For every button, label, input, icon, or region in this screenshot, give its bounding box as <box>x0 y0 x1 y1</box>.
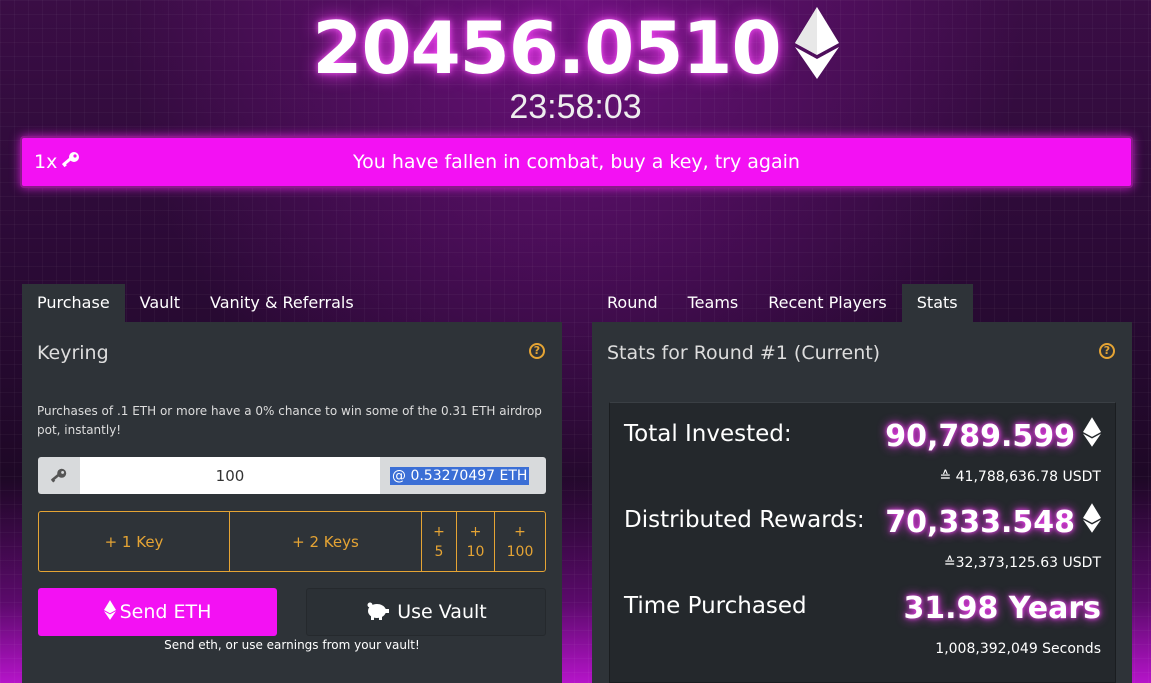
key-price-text: @ 0.53270497 ETH <box>390 466 530 485</box>
help-icon[interactable]: ? <box>529 343 545 359</box>
add-10-keys-button[interactable]: + 10 <box>457 512 495 571</box>
panel-title: Stats for Round #1 (Current) <box>607 342 881 364</box>
distributed-rewards-value: 70,333.548 <box>885 503 1101 541</box>
send-eth-button[interactable]: Send ETH <box>38 588 277 636</box>
total-invested-usdt: ≙ 41,788,636.78 USDT <box>939 469 1101 485</box>
key-amount-input[interactable] <box>80 457 380 494</box>
purchase-tabs: Purchase Vault Vanity & Referrals <box>22 284 369 322</box>
add-1-key-button[interactable]: + 1 Key <box>39 512 230 571</box>
keyring-panel: Keyring ? Purchases of .1 ETH or more ha… <box>22 322 562 683</box>
amount-label: 10 <box>466 543 485 560</box>
amount-label: 5 <box>434 543 444 560</box>
plus-label: + <box>514 523 526 540</box>
time-purchased-amount: 31.98 Years <box>903 591 1101 626</box>
use-vault-button[interactable]: Use Vault <box>306 588 546 636</box>
eth-icon <box>1083 417 1101 455</box>
pot-value: 20456.0510 <box>312 6 781 90</box>
total-invested-value: 90,789.599 <box>885 417 1101 455</box>
distributed-rewards-label: Distributed Rewards: <box>624 507 865 533</box>
key-icon <box>38 457 80 494</box>
key-icon <box>61 151 81 174</box>
time-purchased-seconds: 1,008,392,049 Seconds <box>935 641 1101 657</box>
key-purchase-row: @ 0.53270497 ETH <box>38 457 546 494</box>
round-stats: Total Invested: 90,789.599 ≙ 41,788,636.… <box>609 402 1116 683</box>
pot-display: 20456.0510 <box>0 6 1151 96</box>
add-5-keys-button[interactable]: + 5 <box>422 512 457 571</box>
tab-round[interactable]: Round <box>592 284 673 322</box>
banner-message: You have fallen in combat, buy a key, tr… <box>353 151 800 173</box>
help-icon[interactable]: ? <box>1099 343 1115 359</box>
key-count-text: 1x <box>34 151 58 173</box>
plus-label: + <box>469 523 482 540</box>
stats-panel: Stats for Round #1 (Current) ? Total Inv… <box>592 322 1132 683</box>
eth-icon <box>794 7 839 96</box>
tab-teams[interactable]: Teams <box>673 284 754 322</box>
piggy-bank-icon <box>365 600 390 625</box>
tab-vault[interactable]: Vault <box>125 284 195 322</box>
airdrop-note: Purchases of .1 ETH or more have a 0% ch… <box>37 404 542 437</box>
eth-icon <box>103 599 116 625</box>
use-vault-label: Use Vault <box>397 601 487 623</box>
status-banner: 1x You have fallen in combat, buy a key,… <box>20 136 1133 188</box>
panel-title: Keyring <box>37 342 109 364</box>
eth-icon <box>1083 503 1101 541</box>
time-purchased-label: Time Purchased <box>624 593 807 619</box>
stats-tabs: Round Teams Recent Players Stats <box>592 284 973 322</box>
time-purchased-value: 31.98 Years <box>903 591 1101 626</box>
amount-label: 100 <box>506 543 534 560</box>
tab-vanity-referrals[interactable]: Vanity & Referrals <box>195 284 369 322</box>
tab-recent-players[interactable]: Recent Players <box>753 284 902 322</box>
total-invested-label: Total Invested: <box>624 421 792 447</box>
total-invested-amount: 90,789.599 <box>885 418 1075 454</box>
plus-label: + <box>433 523 445 540</box>
round-timer: 23:58:03 <box>509 88 642 126</box>
quick-add-buttons: + 1 Key + 2 Keys + 5 + 10 + 100 <box>38 511 546 572</box>
tab-stats[interactable]: Stats <box>901 284 973 322</box>
key-price: @ 0.53270497 ETH <box>380 457 546 494</box>
tab-purchase[interactable]: Purchase <box>22 284 125 322</box>
distributed-rewards-usdt: ≙32,373,125.63 USDT <box>943 555 1101 571</box>
key-count: 1x <box>34 151 81 174</box>
add-2-keys-button[interactable]: + 2 Keys <box>230 512 422 571</box>
send-eth-label: Send ETH <box>119 601 212 623</box>
send-note: Send eth, or use earnings from your vaul… <box>164 638 420 652</box>
add-100-keys-button[interactable]: + 100 <box>495 512 545 571</box>
distributed-rewards-amount: 70,333.548 <box>885 504 1075 540</box>
